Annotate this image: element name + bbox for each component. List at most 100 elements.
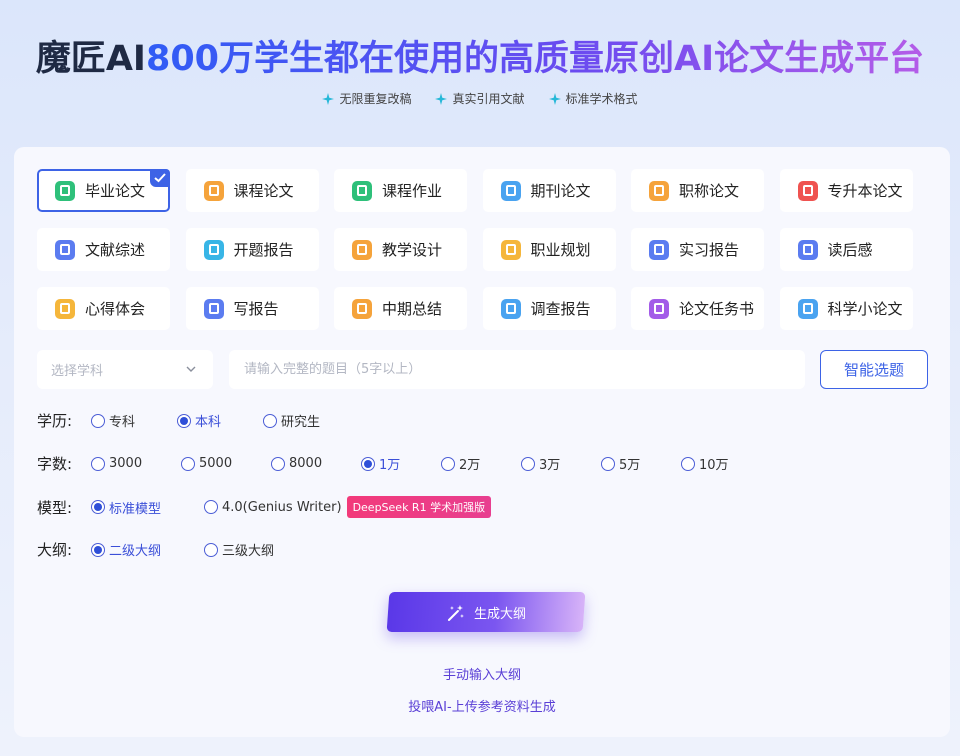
paper-type-0[interactable]: 毕业论文 xyxy=(37,169,170,212)
paper-type-label: 心得体会 xyxy=(85,300,146,318)
education-row: 学历: 专科 本科 研究生 xyxy=(37,410,343,431)
radio-button[interactable] xyxy=(91,413,105,428)
paper-type-11[interactable]: 读后感 xyxy=(779,228,913,271)
subject-select[interactable]: 选择学科 xyxy=(37,350,213,389)
paper-type-grid: 毕业论文 课程论文 课程作业 期刊论文 职称论文 专升本论文文献综述 开题报告 教学设计 职业规… xyxy=(37,169,937,330)
paper-type-3[interactable]: 期刊论文 xyxy=(482,169,616,212)
paper-type-label: 课程作业 xyxy=(382,182,443,200)
paper-type-label: 职称论文 xyxy=(679,182,740,200)
education-option-1[interactable]: 本科 xyxy=(177,411,263,430)
paper-type-6[interactable]: 文献综述 xyxy=(37,228,170,271)
option-label: 专科 xyxy=(109,415,136,430)
model-options: 标准模型 4.0(Genius Writer) xyxy=(91,498,342,517)
option-label: 标准模型 xyxy=(109,501,162,517)
paper-type-label: 写报告 xyxy=(233,300,279,318)
radio-button[interactable] xyxy=(181,456,195,471)
title-highlight: 800万学生都在使用的高质量原创AI论文生成平台 xyxy=(145,39,925,79)
outline-row: 大纲: 二级大纲 三级大纲 xyxy=(37,539,294,560)
text-icon xyxy=(203,298,224,319)
feature-label: 真实引用文献 xyxy=(452,92,525,106)
science-icon xyxy=(797,298,818,319)
paper-type-label: 实习报告 xyxy=(679,241,740,259)
outline-option-0[interactable]: 二级大纲 xyxy=(91,540,204,559)
words-option-7[interactable]: 10万 xyxy=(681,454,741,473)
chevron-down-icon xyxy=(186,366,196,372)
feature-label: 标准学术格式 xyxy=(565,92,638,106)
paper-type-label: 课程论文 xyxy=(233,182,294,200)
text-icon xyxy=(649,239,669,260)
paper-type-14[interactable]: 中期总结 xyxy=(334,287,467,330)
education-option-0[interactable]: 专科 xyxy=(91,411,177,430)
words-options: 3000 5000 8000 1万 2万 3万 5万 10万 xyxy=(91,454,741,473)
paper-type-17[interactable]: 科学小论文 xyxy=(779,287,913,330)
paper-type-4[interactable]: 职称论文 xyxy=(631,169,764,212)
paper-type-7[interactable]: 开题报告 xyxy=(185,228,319,271)
list-icon xyxy=(352,180,372,201)
paper-type-label: 科学小论文 xyxy=(827,300,903,318)
radio-button[interactable] xyxy=(271,456,285,471)
journal-icon xyxy=(500,180,521,201)
paper-type-2[interactable]: 课程作业 xyxy=(334,169,467,212)
generate-outline-button[interactable]: 生成大纲 xyxy=(386,592,586,632)
doc-icon xyxy=(55,180,75,201)
paper-type-15[interactable]: 调查报告 xyxy=(482,287,616,330)
paper-type-16[interactable]: 论文任务书 xyxy=(631,287,764,330)
paper-type-label: 期刊论文 xyxy=(530,182,591,200)
words-option-4[interactable]: 2万 xyxy=(441,454,521,473)
report-icon xyxy=(203,239,224,260)
paper-type-label: 开题报告 xyxy=(233,241,294,259)
radio-button[interactable] xyxy=(91,500,105,514)
model-label: 模型: xyxy=(37,498,73,517)
paper-type-5[interactable]: 专升本论文 xyxy=(779,169,913,212)
paper-type-12[interactable]: 心得体会 xyxy=(37,287,170,330)
paper-type-label: 读后感 xyxy=(827,241,873,259)
book-icon xyxy=(203,180,224,201)
generator-card: 毕业论文 课程论文 课程作业 期刊论文 职称论文 专升本论文文献综述 开题报告 教学设计 职业规… xyxy=(14,147,950,737)
option-label: 二级大纲 xyxy=(109,544,162,559)
outline-label: 大纲: xyxy=(37,541,73,559)
words-option-5[interactable]: 3万 xyxy=(521,454,601,473)
paper-type-13[interactable]: 写报告 xyxy=(185,287,319,330)
deepseek-badge: DeepSeek R1 学术加强版 xyxy=(346,496,492,518)
option-label: 研究生 xyxy=(281,415,321,430)
paper-type-8[interactable]: 教学设计 xyxy=(334,228,467,271)
radio-button[interactable] xyxy=(361,456,375,471)
paper-type-10[interactable]: 实习报告 xyxy=(631,228,764,271)
option-label: 4.0(Genius Writer) xyxy=(222,499,342,515)
radio-button[interactable] xyxy=(601,456,615,471)
topic-input[interactable] xyxy=(229,350,805,389)
model-option-0[interactable]: 标准模型 xyxy=(91,498,204,517)
radio-button[interactable] xyxy=(204,542,218,557)
paper-type-label: 论文任务书 xyxy=(679,300,755,318)
words-option-1[interactable]: 5000 xyxy=(181,454,271,473)
smart-topic-button[interactable]: 智能选题 xyxy=(820,350,928,389)
option-label: 8000 xyxy=(289,456,323,471)
model-option-1[interactable]: 4.0(Genius Writer) xyxy=(204,500,342,515)
upload-reference-link[interactable]: 投喂AI-上传参考资料生成 xyxy=(14,696,950,715)
radio-button[interactable] xyxy=(441,456,455,471)
radio-button[interactable] xyxy=(204,500,218,514)
book-icon xyxy=(500,239,521,260)
radio-button[interactable] xyxy=(263,413,277,428)
paper-type-1[interactable]: 课程论文 xyxy=(185,169,319,212)
radio-button[interactable] xyxy=(521,456,535,471)
radio-button[interactable] xyxy=(177,413,191,428)
paper-type-label: 文献综述 xyxy=(85,241,146,259)
feature-item: 标准学术格式 xyxy=(548,90,638,107)
words-option-3[interactable]: 1万 xyxy=(361,454,441,473)
words-option-2[interactable]: 8000 xyxy=(271,454,361,473)
feature-label: 无限重复改稿 xyxy=(339,92,412,106)
paper-type-9[interactable]: 职业规划 xyxy=(482,228,616,271)
text-icon xyxy=(797,239,818,260)
radio-button[interactable] xyxy=(91,456,105,471)
feature-item: 无限重复改稿 xyxy=(322,90,411,107)
education-option-2[interactable]: 研究生 xyxy=(263,411,343,430)
manual-outline-link[interactable]: 手动输入大纲 xyxy=(14,664,950,683)
outline-option-1[interactable]: 三级大纲 xyxy=(204,540,294,559)
paper-type-label: 毕业论文 xyxy=(85,182,146,200)
words-option-0[interactable]: 3000 xyxy=(91,454,181,473)
radio-button[interactable] xyxy=(91,542,105,557)
radio-button[interactable] xyxy=(681,456,695,471)
words-option-6[interactable]: 5万 xyxy=(601,454,681,473)
paper-type-label: 教学设计 xyxy=(382,241,443,259)
